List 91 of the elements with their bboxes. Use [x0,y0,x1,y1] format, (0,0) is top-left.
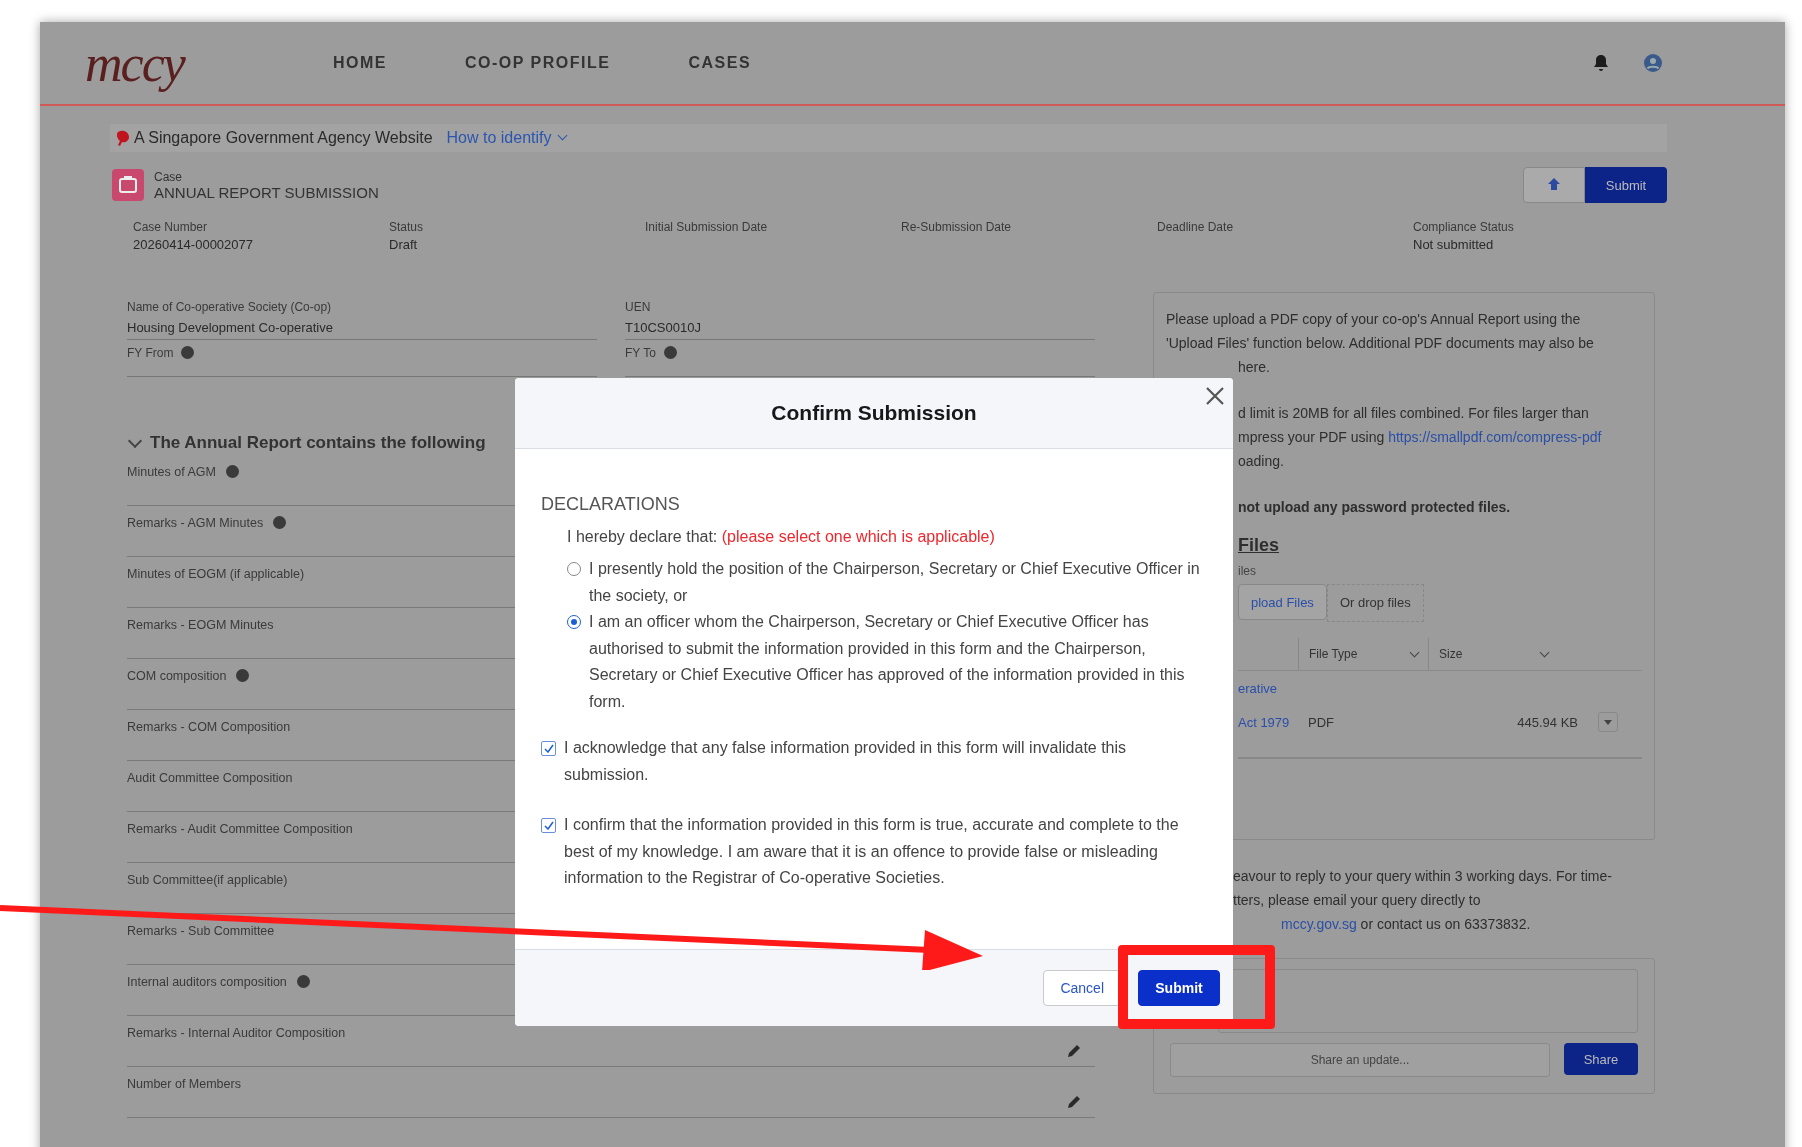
field-label: Internal auditors composition [127,975,287,989]
nav-link[interactable]: HOME [333,54,387,72]
field-label: Remarks - Internal Auditor Composition [127,1026,346,1040]
gov-banner-text: A Singapore Government Agency Website [134,129,433,147]
declaration-text: I acknowledge that any false information provided in this form will invalidate this submission. [564,738,1128,785]
bell-icon[interactable] [1593,54,1609,72]
share-field[interactable]: Share an update... [1170,1043,1550,1077]
submit-button[interactable]: Submit [1585,167,1667,203]
drop-zone[interactable]: Or drop files [1326,584,1424,622]
nav-link[interactable]: CASES [688,54,752,72]
declare-prompt: I hereby declare that: (please select one which is applicable) [567,526,996,547]
field-label: Remarks - COM Composition [127,720,291,734]
checkbox[interactable] [541,741,556,756]
info-icon[interactable] [296,975,310,988]
dialog-title: Confirm Submission [771,401,977,425]
info-icon[interactable] [273,516,287,529]
submit-button[interactable]: Submit [1138,970,1220,1006]
field-label: FY To [625,346,656,360]
close-icon[interactable] [1206,387,1224,405]
instruction-text: mpress your PDF using https://smallpdf.com/compress-pdf [1238,428,1603,447]
field-label: Minutes of EOGM (if applicable) [127,567,305,581]
field-label: Remarks - AGM Minutes [127,516,264,530]
field-label: Sub Committee(if applicable) [127,873,288,887]
warning-text: not upload any password protected files. [1238,498,1512,517]
field-label: Audit Committee Composition [127,771,293,785]
field-value: Not submitted [1413,237,1495,252]
pencil-icon[interactable] [1067,1044,1081,1058]
email-link[interactable]: mccy.gov.sg [1281,916,1357,932]
field-value: T10CS0010J [625,320,702,335]
instruction-text: 'Upload Files' function below. Additional PDF documents may also be [1166,334,1595,353]
contact-text: mccy.gov.sg or contact us on 63373832. [1280,915,1532,934]
field-label: Name of Co-operative Society (Co-op) [127,300,333,314]
field-label: Remarks - EOGM Minutes [127,618,274,632]
arrow-up-icon [1547,177,1561,190]
option-text: I presently hold the position of the Chairperson, Secretary or Chief Executive Officer in the society, or [589,559,1201,606]
field-label: Number of Members [127,1077,241,1091]
nav-link[interactable]: CO-OP PROFILE [465,54,611,72]
how-to-identify-link[interactable]: How to identify [446,129,567,147]
field-label: Status [389,220,425,234]
share-button[interactable]: Share [1564,1043,1638,1075]
field-label: Re-Submission Date [901,220,1013,234]
field-label: FY From [127,346,174,360]
instruction-text: oading. [1238,452,1285,471]
row-menu-button[interactable] [1598,712,1618,732]
user-avatar-icon[interactable] [1643,53,1663,73]
files-heading: Files [1238,535,1281,556]
radio-button[interactable] [567,615,581,629]
instruction-text: here. [1238,358,1271,377]
logo[interactable]: mccy [85,33,245,93]
radio-button[interactable] [567,562,581,576]
field-label: iles [1238,564,1257,578]
column-header[interactable]: File Type [1298,638,1428,670]
instruction-text: Please upload a PDF copy of your co-op's Annual Report using the [1166,310,1582,329]
section-heading: DECLARATIONS [541,493,681,516]
pencil-icon[interactable] [1067,1095,1081,1109]
contact-text: eavour to reply to your query within 3 working days. For time- [1233,867,1613,886]
field-value: 20260414-00002077 [133,237,254,252]
lion-head-icon [116,130,130,146]
upload-files-button[interactable]: pload Files [1238,584,1327,620]
info-icon[interactable] [181,346,195,359]
field-label: COM composition [127,669,227,683]
record-type: Case [154,169,183,184]
field-value: Draft [389,237,419,252]
instruction-text: d limit is 20MB for all files combined. For files larger than [1238,404,1590,423]
file-link[interactable]: erative [1238,680,1308,696]
section-title[interactable]: The Annual Report contains the following [150,433,486,453]
table-cell-text: PDF [1308,714,1335,730]
info-icon[interactable] [663,346,677,359]
field-value: Housing Development Co-operative [127,320,334,335]
field-label: Remarks - Sub Committee [127,924,275,938]
info-icon[interactable] [236,669,250,682]
follow-button[interactable] [1523,167,1585,203]
cancel-button[interactable]: Cancel [1043,970,1121,1006]
file-link[interactable]: Act 1979 [1238,714,1308,730]
field-label: Initial Submission Date [645,220,769,234]
compress-link[interactable]: https://smallpdf.com/compress-pdf [1388,429,1602,445]
contact-text: tters, please email your query directly to [1233,891,1482,910]
field-label: Case Number [133,220,209,234]
field-label: Compliance Status [1413,220,1515,234]
column-header[interactable]: Size [1428,638,1558,670]
field-label: Remarks - Audit Committee Composition [127,822,353,836]
field-label: UEN [625,300,652,314]
field-label: Minutes of AGM [127,465,216,479]
table-cell-text: 445.94 KB [1516,714,1578,730]
checkbox[interactable] [541,818,556,833]
declaration-text: I confirm that the information provided in this form is true, accurate and complete to the best of my knowledge. I am aware that it is an offence to provide false or misleading information to the Registrar of Co-operative Societies. [564,815,1180,888]
option-text: I am an officer whom the Chairperson, Secretary or Chief Executive Officer has authorised to submit the information provided in this form and the Chairperson, Secretary or Chief Executive Officer has approved of the information provided in this form. [589,612,1186,712]
info-icon[interactable] [225,465,239,478]
record-title: ANNUAL REPORT SUBMISSION [154,183,379,201]
field-label: Deadline Date [1157,220,1235,234]
case-icon [112,169,144,201]
